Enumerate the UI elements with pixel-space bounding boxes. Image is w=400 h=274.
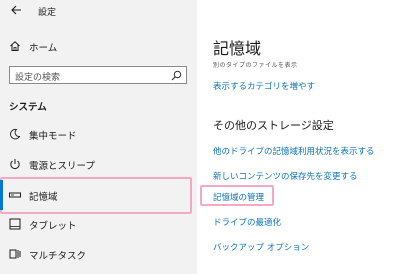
- home-icon: [10, 41, 20, 51]
- sidebar-item-power-sleep[interactable]: 電源とスリープ: [0, 152, 197, 176]
- other-storage-settings-heading: その他のストレージ設定: [213, 119, 334, 132]
- sidebar-item-label: ホーム: [29, 43, 58, 54]
- backup-options-link[interactable]: バックアップ オプション: [213, 241, 309, 253]
- sidebar-item-label: 記憶域: [29, 192, 58, 203]
- back-arrow-icon[interactable]: [10, 4, 22, 16]
- sidebar-item-label: タブレット: [29, 221, 77, 232]
- search-placeholder: 設定の検索: [15, 73, 61, 83]
- view-other-drives-link[interactable]: 他のドライブの記憶域利用状況を表示する: [213, 145, 375, 157]
- show-more-categories-link[interactable]: 表示するカテゴリを増やす: [213, 80, 315, 92]
- app-title: 設定: [38, 8, 57, 18]
- sidebar: 設定 ホーム 設定の検索 システム 集中モード 電源とスリープ 記憶域 タブレッ…: [0, 0, 197, 274]
- storage-icon: [9, 192, 21, 198]
- sidebar-item-label: 電源とスリープ: [29, 161, 95, 172]
- section-title-system: システム: [9, 102, 47, 113]
- search-input[interactable]: 設定の検索: [9, 66, 187, 84]
- sidebar-item-label: 集中モード: [29, 131, 77, 142]
- title-bar: 設定: [0, 0, 197, 22]
- tablet-icon: [9, 218, 21, 230]
- sidebar-item-focus-mode[interactable]: 集中モード: [0, 122, 197, 146]
- sidebar-item-label: マルチタスク: [29, 251, 87, 262]
- usage-note: 別のタイプのファイルを表示: [213, 62, 298, 69]
- moon-icon: [10, 128, 21, 140]
- main-content: 記憶域 別のタイプのファイルを表示 表示するカテゴリを増やす その他のストレージ…: [197, 0, 400, 274]
- sidebar-item-multitasking[interactable]: マルチタスク: [0, 242, 197, 266]
- page-title: 記憶域: [213, 39, 262, 58]
- sidebar-item-tablet[interactable]: タブレット: [0, 212, 197, 236]
- search-icon[interactable]: [171, 70, 182, 81]
- power-icon: [10, 159, 20, 169]
- multitask-icon: [9, 249, 21, 259]
- manage-storage-link[interactable]: 記憶域の管理: [213, 191, 264, 203]
- optimize-drives-link[interactable]: ドライブの最適化: [213, 216, 281, 228]
- sidebar-item-home[interactable]: ホーム: [0, 34, 197, 58]
- change-save-location-link[interactable]: 新しいコンテンツの保存先を変更する: [213, 170, 358, 182]
- sidebar-item-storage[interactable]: 記憶域: [0, 183, 197, 207]
